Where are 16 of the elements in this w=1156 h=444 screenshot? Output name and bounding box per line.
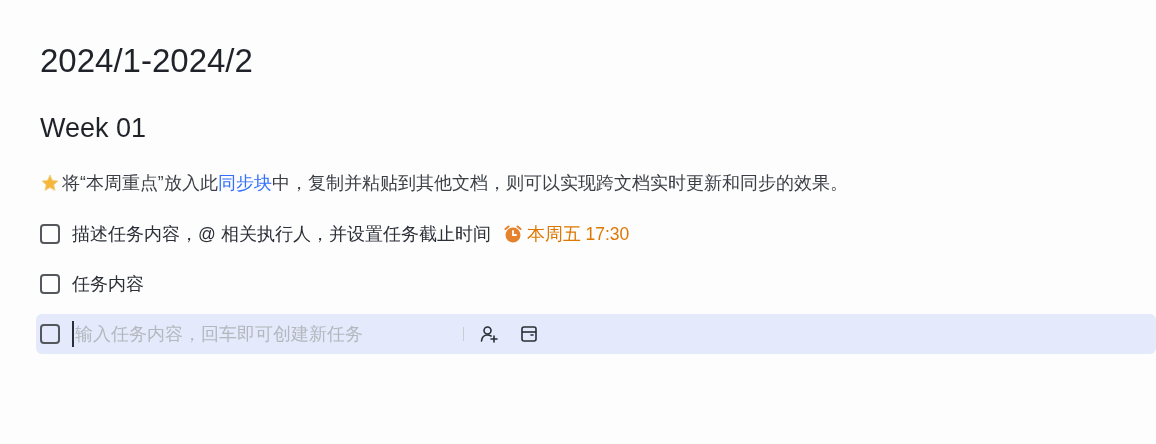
task-text: 描述任务内容，@ 相关执行人，并设置任务截止时间 — [72, 222, 491, 246]
section-heading: Week 01 — [40, 112, 147, 145]
calendar-icon — [519, 324, 539, 344]
checkbox[interactable] — [40, 274, 60, 294]
add-assignee-button[interactable] — [478, 323, 500, 345]
page-title: 2024/1-2024/2 — [40, 41, 253, 81]
star-icon — [40, 173, 60, 193]
checkbox[interactable] — [40, 224, 60, 244]
alarm-clock-icon — [502, 224, 523, 244]
note-text: 将“本周重点”放入此同步块中，复制并粘贴到其他文档，则可以实现跨文档实时更新和同步的效果。 — [62, 172, 848, 195]
task-text: 任务内容 — [72, 272, 144, 296]
person-plus-icon — [479, 324, 499, 344]
sync-block-link[interactable]: 同步块 — [217, 173, 272, 193]
checkbox[interactable] — [40, 324, 60, 344]
due-date[interactable]: 本周五 17:30 — [526, 220, 630, 248]
set-date-button[interactable] — [518, 323, 540, 345]
